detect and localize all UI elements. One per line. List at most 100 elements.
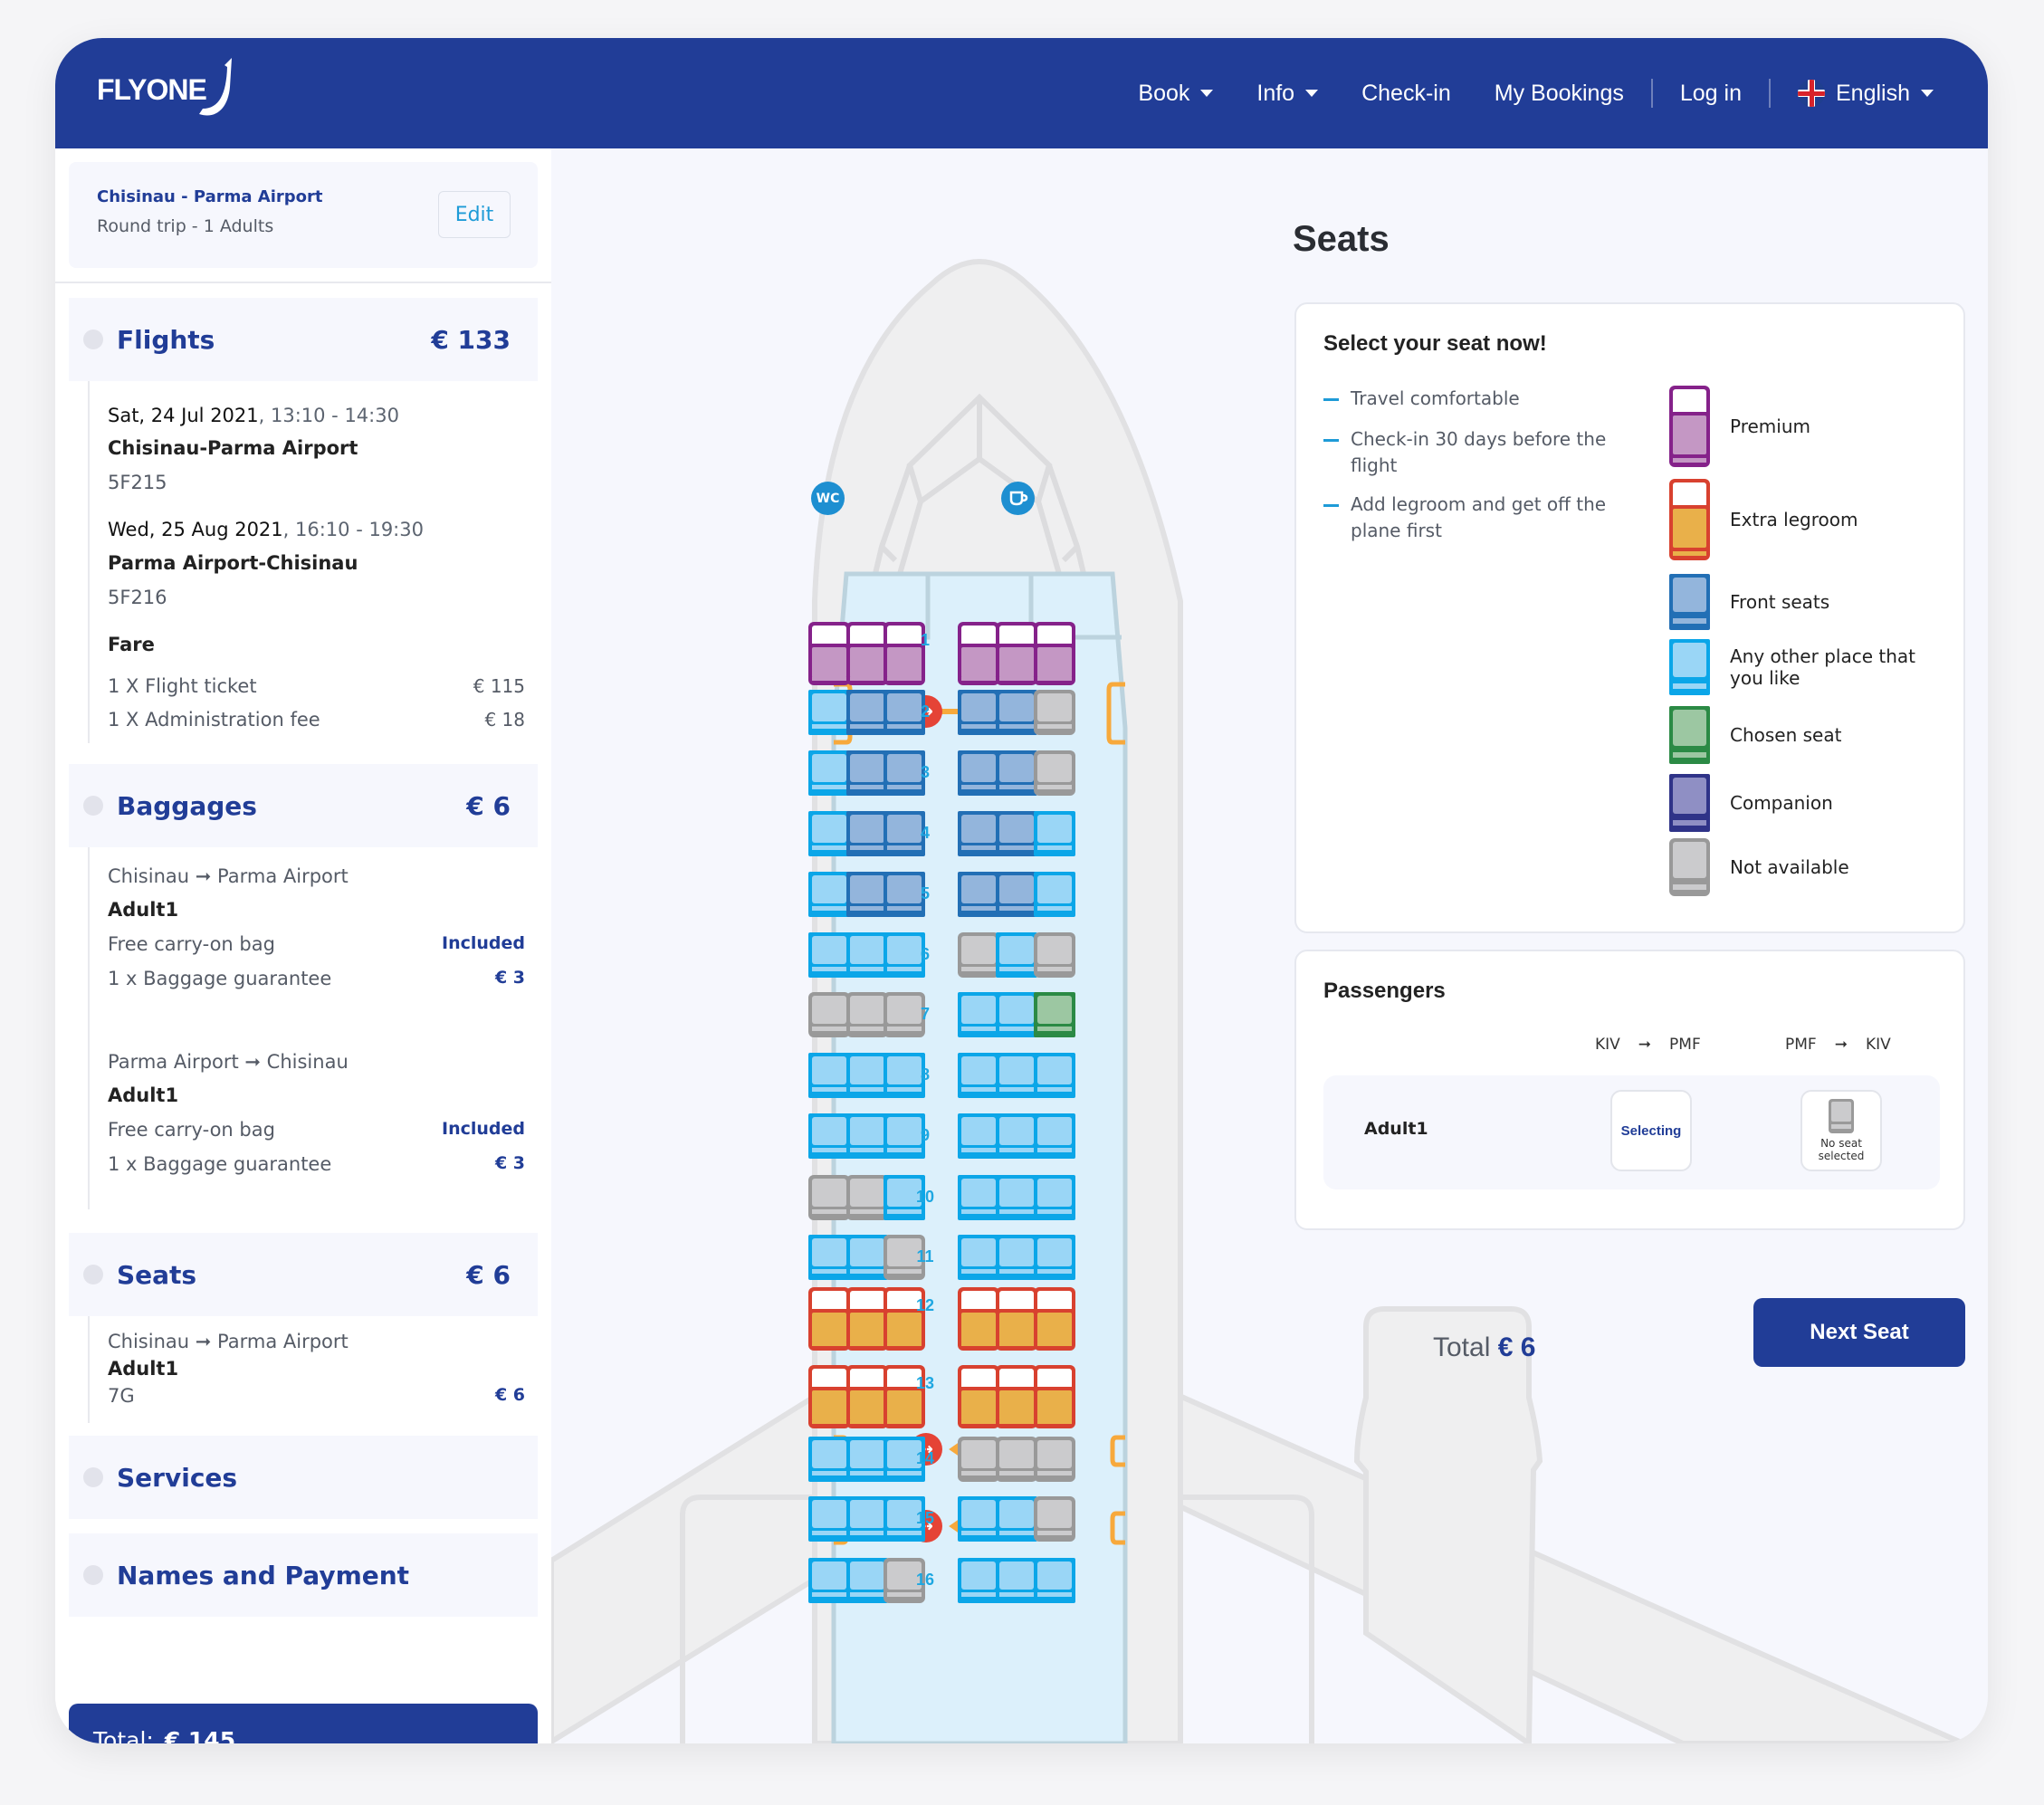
seat-12A-legroom[interactable]: [808, 1287, 850, 1351]
language-selector[interactable]: English: [1798, 80, 1934, 107]
seat-3D-front[interactable]: [958, 750, 999, 796]
seat-swatch-icon: [1669, 706, 1710, 764]
seat-9F-standard[interactable]: [1034, 1113, 1075, 1159]
seat-7D-standard[interactable]: [958, 992, 999, 1037]
seat-11B-standard[interactable]: [846, 1235, 888, 1280]
login-label: Log in: [1679, 80, 1742, 106]
seat-13E-legroom[interactable]: [996, 1365, 1037, 1428]
seat-6A-standard[interactable]: [808, 932, 850, 978]
nav-info[interactable]: Info: [1256, 81, 1319, 107]
seat-12B-legroom[interactable]: [846, 1287, 888, 1351]
row-number: 9: [920, 1126, 930, 1144]
seat-12E-legroom[interactable]: [996, 1287, 1037, 1351]
seat-5D-front[interactable]: [958, 872, 999, 917]
benefit-item: Check-in 30 days before the flight: [1323, 426, 1631, 479]
seat-4F-standard[interactable]: [1034, 811, 1075, 856]
seat-1E-premium[interactable]: [996, 622, 1037, 685]
seat-13D-legroom[interactable]: [958, 1365, 999, 1428]
seat-11D-standard[interactable]: [958, 1235, 999, 1280]
seat-7E-standard[interactable]: [996, 992, 1037, 1037]
seat-9D-standard[interactable]: [958, 1113, 999, 1159]
seat-13A-legroom[interactable]: [808, 1365, 850, 1428]
seat-2B-front[interactable]: [846, 690, 888, 735]
edit-trip-button[interactable]: Edit: [438, 191, 511, 238]
leg-2-route: Parma Airport-Chisinau: [108, 552, 358, 574]
seat-6E-standard[interactable]: [996, 932, 1037, 978]
seat-15A-standard[interactable]: [808, 1496, 850, 1542]
section-services[interactable]: Services: [69, 1436, 538, 1519]
seat-6B-standard[interactable]: [846, 932, 888, 978]
seat-3B-front[interactable]: [846, 750, 888, 796]
seat-12D-legroom[interactable]: [958, 1287, 999, 1351]
nav-check-in[interactable]: Check-in: [1361, 81, 1451, 107]
seat-11A-standard[interactable]: [808, 1235, 850, 1280]
seat-16D-standard[interactable]: [958, 1558, 999, 1603]
seat-13B-legroom[interactable]: [846, 1365, 888, 1428]
seat-9E-standard[interactable]: [996, 1113, 1037, 1159]
section-seats[interactable]: Seats € 6: [69, 1233, 538, 1316]
seat-11F-standard[interactable]: [1034, 1235, 1075, 1280]
seat-7F-chosen[interactable]: [1034, 992, 1075, 1037]
seat-16F-standard[interactable]: [1034, 1558, 1075, 1603]
seat-16E-standard[interactable]: [996, 1558, 1037, 1603]
seat-15D-standard[interactable]: [958, 1496, 999, 1542]
next-seat-button[interactable]: Next Seat: [1753, 1298, 1965, 1367]
seat-10E-standard[interactable]: [996, 1175, 1037, 1220]
legend-item-standard: Any other place that you like: [1669, 639, 1938, 695]
seat-8F-standard[interactable]: [1034, 1053, 1075, 1098]
step-dot-icon: [83, 796, 103, 816]
seat-2A-standard[interactable]: [808, 690, 850, 735]
seat-9B-standard[interactable]: [846, 1113, 888, 1159]
seat-4D-front[interactable]: [958, 811, 999, 856]
seat-6F-unavailable: [1034, 932, 1075, 978]
seat-swatch-icon: [1669, 774, 1710, 832]
seat-4B-front[interactable]: [846, 811, 888, 856]
seat-7A-unavailable: [808, 992, 850, 1037]
flyone-logo[interactable]: FLYONE: [97, 58, 234, 121]
seat-9A-standard[interactable]: [808, 1113, 850, 1159]
seat-4E-front[interactable]: [996, 811, 1037, 856]
leg-2-code: 5F216: [108, 587, 167, 608]
seat-13F-legroom[interactable]: [1034, 1365, 1075, 1428]
seat-11E-standard[interactable]: [996, 1235, 1037, 1280]
seat-12F-legroom[interactable]: [1034, 1287, 1075, 1351]
seat-8B-standard[interactable]: [846, 1053, 888, 1098]
section-flights[interactable]: Flights € 133: [69, 298, 538, 381]
seat-10F-standard[interactable]: [1034, 1175, 1075, 1220]
outbound-seat-slot[interactable]: Selecting: [1610, 1090, 1692, 1171]
seat-1B-premium[interactable]: [846, 622, 888, 685]
seat-3A-standard[interactable]: [808, 750, 850, 796]
seat-16A-standard[interactable]: [808, 1558, 850, 1603]
seat-2D-front[interactable]: [958, 690, 999, 735]
seat-5B-front[interactable]: [846, 872, 888, 917]
nav-book-label: Book: [1138, 80, 1190, 106]
seat-8E-standard[interactable]: [996, 1053, 1037, 1098]
section-names-and-payment[interactable]: Names and Payment: [69, 1533, 538, 1617]
seat-10D-standard[interactable]: [958, 1175, 999, 1220]
nav-my-bookings-label: My Bookings: [1494, 80, 1624, 106]
login-link[interactable]: Log in: [1680, 81, 1742, 107]
seat-8A-standard[interactable]: [808, 1053, 850, 1098]
seat-15E-standard[interactable]: [996, 1496, 1037, 1542]
seat-1F-premium[interactable]: [1034, 622, 1075, 685]
passenger-row: Adult1 Selecting No seat selected: [1323, 1075, 1940, 1189]
seat-5E-front[interactable]: [996, 872, 1037, 917]
seat-14B-standard[interactable]: [846, 1437, 888, 1482]
seat-15B-standard[interactable]: [846, 1496, 888, 1542]
seat-14E-unavailable: [996, 1437, 1037, 1482]
seat-5A-standard[interactable]: [808, 872, 850, 917]
section-baggages[interactable]: Baggages € 6: [69, 764, 538, 847]
nav-my-bookings[interactable]: My Bookings: [1495, 81, 1624, 107]
seat-3E-front[interactable]: [996, 750, 1037, 796]
seat-2E-front[interactable]: [996, 690, 1037, 735]
seat-1D-premium[interactable]: [958, 622, 999, 685]
seat-1A-premium[interactable]: [808, 622, 850, 685]
logo-text: FLYONE: [97, 72, 207, 106]
nav-book[interactable]: Book: [1138, 80, 1214, 107]
seat-14A-standard[interactable]: [808, 1437, 850, 1482]
seat-8D-standard[interactable]: [958, 1053, 999, 1098]
seat-5F-standard[interactable]: [1034, 872, 1075, 917]
seat-4A-standard[interactable]: [808, 811, 850, 856]
return-seat-slot[interactable]: No seat selected: [1800, 1090, 1882, 1171]
seat-16B-standard[interactable]: [846, 1558, 888, 1603]
